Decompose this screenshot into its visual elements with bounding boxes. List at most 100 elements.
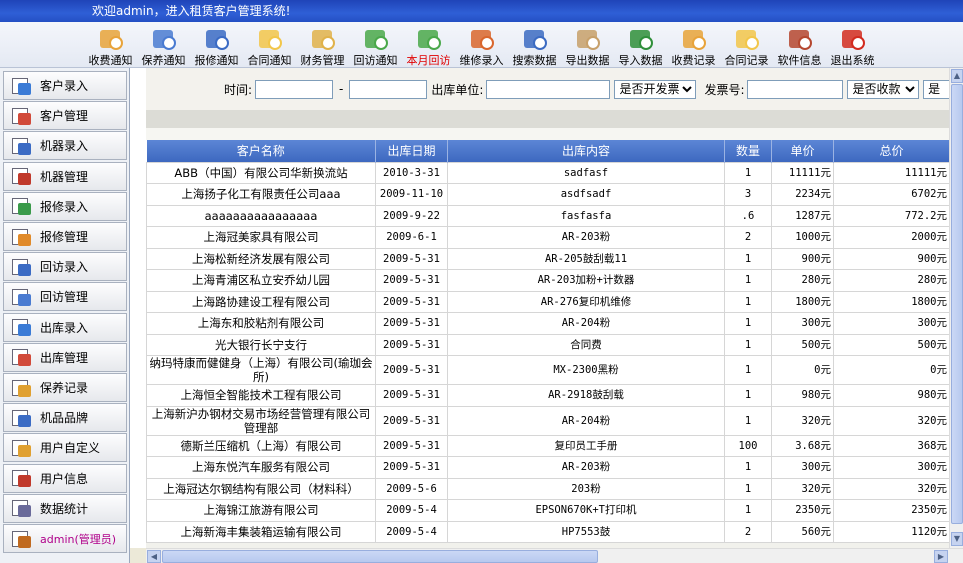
sidebar-item-5[interactable]: 报修管理 <box>3 222 127 251</box>
column-header[interactable]: 总价 <box>833 140 949 162</box>
sidebar-item-7[interactable]: 回访管理 <box>3 282 127 312</box>
sidebar-item-14[interactable]: 数据统计 <box>3 493 127 523</box>
table-cell: 上海路协建设工程有限公司 <box>146 290 376 313</box>
table-row[interactable]: 上海新海丰集装箱运输有限公司 2009-5-4 HP7553鼓 2 560元 1120元 <box>146 520 949 543</box>
horizontal-scroll-thumb[interactable] <box>162 550 598 563</box>
toolbar-button-9[interactable]: 导出数据 <box>561 22 614 68</box>
table-cell: 368元 <box>833 434 949 457</box>
column-header[interactable]: 客户名称 <box>146 140 376 162</box>
table-row[interactable]: 上海东和胶粘剂有限公司 2009-5-31 AR-204粉 1 300元 300元 <box>146 312 949 335</box>
table-cell: 2000元 <box>833 226 949 249</box>
sidebar-item-11[interactable]: 机品品牌 <box>3 403 127 433</box>
toolbar-button-label: 本月回访 <box>406 54 451 67</box>
scroll-up-icon[interactable]: ▲ <box>951 69 963 83</box>
repair-entry-icon <box>468 26 496 52</box>
invoice-no-input[interactable] <box>747 79 844 99</box>
table-row[interactable]: 光大银行长宁支行 2009-5-31 合同费 1 500元 500元 <box>146 333 949 356</box>
machine-entry-icon <box>10 135 32 157</box>
table-row[interactable]: 上海恒全智能技术工程有限公司 2009-5-31 AR-2918鼓刮载 1 980元 98… <box>146 384 949 407</box>
sidebar-item-9[interactable]: 出库管理 <box>3 342 127 372</box>
table-cell: 772.2元 <box>833 204 949 227</box>
column-header[interactable]: 单价 <box>771 140 834 162</box>
table-row[interactable]: 纳玛特康而健健身（上海）有限公司(瑜珈会所) 2009-5-31 MX-2300黑粉… <box>146 355 949 385</box>
sidebar-item-13[interactable]: 用户信息 <box>3 463 127 493</box>
sidebar-item-12[interactable]: 用户自定义 <box>3 433 127 463</box>
sidebar-item-3[interactable]: 机器管理 <box>3 161 127 191</box>
table-cell: 2010-3-31 <box>375 161 448 184</box>
table-cell: 上海扬子化工有限责任公司aaa <box>146 183 376 206</box>
sidebar-item-1[interactable]: 客户管理 <box>3 101 127 131</box>
scroll-down-icon[interactable]: ▼ <box>951 532 963 546</box>
table-row[interactable]: 上海扬子化工有限责任公司aaa 2009-11-10 asdfsadf 3 2234元 6… <box>146 183 949 206</box>
table-row[interactable]: 上海冠美家具有限公司 2009-6-1 AR-203粉 2 1000元 2000元 <box>146 226 949 249</box>
table-cell: 980元 <box>833 384 949 407</box>
sidebar-item-label: 用户信息 <box>40 471 89 486</box>
time-to-input[interactable] <box>349 79 428 99</box>
sidebar-item-2[interactable]: 机器录入 <box>3 131 127 161</box>
toolbar-button-12[interactable]: 合同记录 <box>720 22 773 68</box>
table-cell: 0元 <box>833 355 949 385</box>
toolbar-button-2[interactable]: 报修通知 <box>190 22 243 68</box>
sidebar-item-8[interactable]: 出库录入 <box>3 312 127 342</box>
table-row[interactable]: 上海路协建设工程有限公司 2009-5-31 AR-276复印机维修 1 1800元 18… <box>146 290 949 313</box>
toolbar-button-label: 搜索数据 <box>512 54 557 67</box>
table-row[interactable]: ABB（中国）有限公司华新换流站 2010-3-31 sadfasf 1 11111元 1… <box>146 161 949 184</box>
toolbar-button-10[interactable]: 导入数据 <box>614 22 667 68</box>
sidebar-item-10[interactable]: 保养记录 <box>3 373 127 402</box>
vertical-scrollbar[interactable]: ▲ ▼ <box>949 68 963 548</box>
toolbar-button-8[interactable]: 搜索数据 <box>508 22 561 68</box>
table-row[interactable]: 上海松新经济发展有限公司 2009-5-31 AR-205鼓刮载11 1 900元 900… <box>146 247 949 270</box>
column-header[interactable]: 数量 <box>724 140 772 162</box>
table-cell: 2009-5-31 <box>375 269 448 292</box>
column-header[interactable]: 出库内容 <box>447 140 725 162</box>
table-row[interactable]: 上海锦江旅游有限公司 2009-5-4 EPSON670K+T打印机 1 2350元 23… <box>146 499 949 522</box>
toolbar-button-5[interactable]: 回访通知 <box>349 22 402 68</box>
toolbar-button-14[interactable]: 退出系统 <box>826 22 879 68</box>
invoice-select[interactable]: 是否开发票 <box>614 79 697 99</box>
outbound-manage-icon <box>10 346 32 368</box>
table-cell: 100 <box>724 434 772 457</box>
toolbar-button-label: 保养通知 <box>141 54 186 67</box>
toolbar-button-3[interactable]: 合同通知 <box>243 22 296 68</box>
sidebar-item-0[interactable]: 客户录入 <box>3 71 127 100</box>
toolbar-button-11[interactable]: 收费记录 <box>667 22 720 68</box>
table-cell: 上海锦江旅游有限公司 <box>146 499 376 522</box>
time-from-input[interactable] <box>255 79 334 99</box>
sidebar-item-15[interactable]: admin(管理员) <box>3 524 127 553</box>
sidebar-item-label: 回访管理 <box>40 290 89 305</box>
horizontal-scrollbar[interactable]: ◀ ▶ <box>146 548 963 563</box>
table-row[interactable]: aaaaaaaaaaaaaaaa 2009-9-22 fasfasfa .6 1287元… <box>146 204 949 227</box>
invoice-no-label: 发票号: <box>704 82 745 97</box>
sidebar-item-label: 报修录入 <box>40 199 89 214</box>
column-header[interactable]: 出库日期 <box>375 140 448 162</box>
table-row[interactable]: 上海新沪办钢材交易市场经营管理有限公司管理部 2009-5-31 AR-204粉 1 3… <box>146 405 949 436</box>
sidebar-item-6[interactable]: 回访录入 <box>3 252 127 282</box>
vertical-scroll-thumb[interactable] <box>951 84 963 524</box>
repair-report-manage-icon <box>10 226 32 248</box>
toolbar-button-label: 收费记录 <box>671 54 716 67</box>
toolbar-button-7[interactable]: 维修录入 <box>455 22 508 68</box>
scroll-right-icon[interactable]: ▶ <box>934 550 948 563</box>
table-cell: 280元 <box>833 269 949 292</box>
table-row[interactable]: 上海青浦区私立安乔幼儿园 2009-5-31 AR-203加粉+计数器 1 280元 28… <box>146 269 949 292</box>
divider-strip-light <box>146 128 963 140</box>
table-cell: 320元 <box>833 477 949 500</box>
table-row[interactable]: 上海东悦汽车服务有限公司 2009-5-31 AR-203粉 1 300元 300元 <box>146 456 949 479</box>
scroll-left-icon[interactable]: ◀ <box>147 550 161 563</box>
table-row[interactable]: 德斯兰压缩机（上海）有限公司 2009-5-31 复印员工手册 100 3.68元 368… <box>146 434 949 457</box>
unit-input[interactable] <box>486 79 611 99</box>
divider-strip <box>146 110 963 128</box>
table-cell: 1 <box>724 247 772 270</box>
paid-select[interactable]: 是否收款 <box>847 79 920 99</box>
toolbar-button-6[interactable]: 本月回访 <box>402 22 455 68</box>
maintenance-notice-icon <box>150 26 178 52</box>
table-cell: 上海冠美家具有限公司 <box>146 226 376 249</box>
toolbar-button-4[interactable]: 财务管理 <box>296 22 349 68</box>
software-info-icon <box>786 26 814 52</box>
toolbar-button-1[interactable]: 保养通知 <box>137 22 190 68</box>
table-row[interactable]: 上海冠达尔钢结构有限公司（材料科） 2009-5-6 203粉 1 320元 320元 <box>146 477 949 500</box>
toolbar-button-13[interactable]: 软件信息 <box>773 22 826 68</box>
table-cell: 1 <box>724 499 772 522</box>
toolbar-button-0[interactable]: 收费通知 <box>84 22 137 68</box>
sidebar-item-4[interactable]: 报修录入 <box>3 191 127 221</box>
